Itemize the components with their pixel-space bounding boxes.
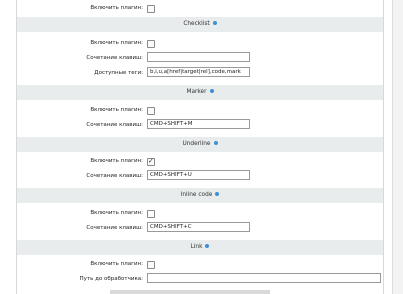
section-header-checklist: Checklist — [17, 17, 383, 32]
checklist-enable-checkbox[interactable] — [147, 40, 155, 48]
checklist-tags-input[interactable]: b,i,u,a[href|target|rel],code,mark — [147, 67, 250, 77]
section-title: Inline code — [180, 192, 213, 198]
inline-code-hotkey-input[interactable]: CMD+SHIFT+C — [147, 222, 250, 232]
plugin-settings-panel: Включить плагин: Checklist Включить плаг… — [16, 0, 384, 294]
link-handler-input[interactable] — [147, 273, 381, 283]
tags-label: Доступные теги: — [94, 70, 143, 76]
checklist-hotkey-input[interactable] — [147, 52, 250, 62]
hotkey-label: Сочетание клавиш: — [86, 122, 143, 128]
top-enable-checkbox[interactable] — [147, 5, 155, 13]
enable-label: Включить плагин: — [90, 40, 143, 46]
enable-label: Включить плагин: — [90, 107, 143, 113]
enable-label: Включить плагин: — [90, 5, 143, 11]
section-title: Checklist — [183, 21, 210, 27]
handler-label: Путь до обработчика: — [79, 276, 143, 282]
section-header-marker: Marker — [17, 85, 383, 100]
hotkey-label: Сочетание клавиш: — [86, 225, 143, 231]
hotkey-label: Сочетание клавиш: — [86, 173, 143, 179]
section-header-underline: Underline — [17, 137, 383, 152]
marker-hotkey-input[interactable]: CMD+SHIFT+M — [147, 119, 250, 129]
inline-code-enable-checkbox[interactable] — [147, 210, 155, 218]
info-icon[interactable] — [215, 192, 220, 196]
hotkey-label: Сочетание клавиш: — [86, 55, 143, 61]
link-enable-checkbox[interactable] — [147, 261, 155, 269]
bottom-divider — [110, 290, 270, 294]
section-title: Link — [190, 244, 203, 250]
enable-label: Включить плагин: — [90, 261, 143, 267]
section-title: Marker — [186, 89, 207, 95]
info-icon[interactable] — [209, 89, 214, 93]
info-icon[interactable] — [212, 21, 217, 25]
info-icon[interactable] — [205, 244, 210, 248]
underline-enable-checkbox[interactable] — [147, 157, 155, 166]
marker-enable-checkbox[interactable] — [147, 107, 155, 115]
section-header-link: Link — [17, 240, 383, 255]
section-title: Underline — [182, 141, 211, 147]
enable-label: Включить плагин: — [90, 158, 143, 164]
underline-hotkey-input[interactable]: CMD+SHIFT+U — [147, 170, 250, 180]
section-header-inline-code: Inline code — [17, 188, 383, 203]
scrollbar[interactable] — [392, 0, 403, 294]
enable-label: Включить плагин: — [90, 210, 143, 216]
info-icon[interactable] — [213, 141, 218, 145]
